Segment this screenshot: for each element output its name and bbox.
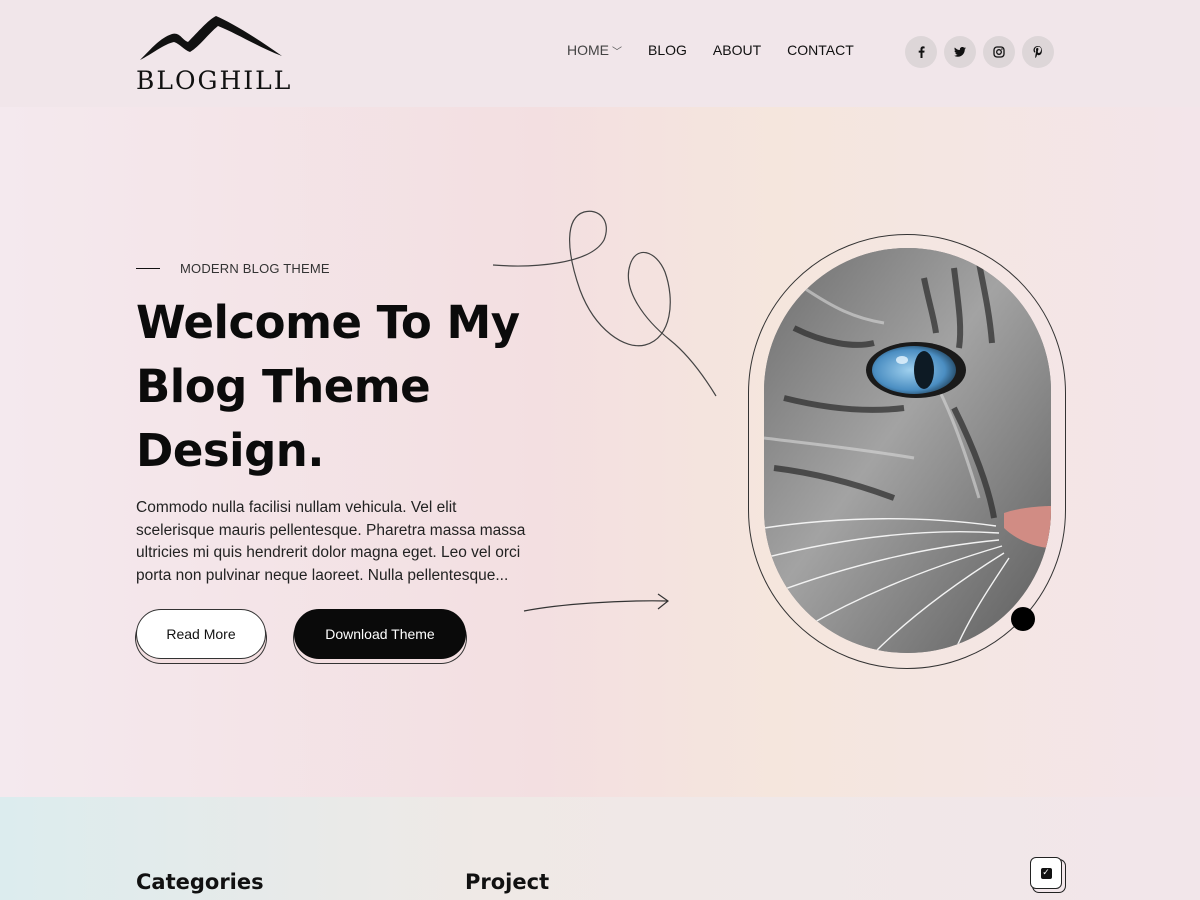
nav-item-about[interactable]: ABOUT <box>713 42 761 58</box>
eyebrow-dash <box>136 268 160 269</box>
read-more-button[interactable]: Read More <box>136 609 266 659</box>
main-nav: HOME ﹀ BLOG ABOUT CONTACT <box>567 42 854 58</box>
nav-item-home[interactable]: HOME ﹀ <box>567 42 622 58</box>
nav-label: ABOUT <box>712 42 762 58</box>
nav-label: BLOG <box>648 42 687 58</box>
brand-name: BLOGHILL <box>136 66 293 95</box>
hero-image <box>764 248 1051 653</box>
checkbox-icon-button[interactable]: ✓ <box>1030 857 1062 889</box>
cat-image <box>764 248 1051 653</box>
social-links <box>905 36 1054 68</box>
nav-item-blog[interactable]: BLOG <box>648 42 687 58</box>
hero-description: Commodo nulla facilisi nullam vehicula. … <box>136 499 526 584</box>
hero-title: Welcome To My Blog Theme Design. <box>136 296 520 477</box>
nav-item-contact[interactable]: CONTACT <box>787 42 854 58</box>
decorative-dot <box>1011 607 1035 631</box>
mountain-logo-icon <box>140 16 282 60</box>
check-icon: ✓ <box>1040 867 1052 879</box>
nav-label: HOME <box>567 42 609 58</box>
facebook-icon[interactable] <box>905 36 937 68</box>
chevron-down-icon: ﹀ <box>612 46 622 58</box>
twitter-icon[interactable] <box>944 36 976 68</box>
eyebrow-text: MODERN BLOG THEME <box>180 261 330 276</box>
categories-heading: Categories <box>136 870 264 894</box>
site-logo[interactable]: BLOGHILL <box>136 14 290 95</box>
hero-eyebrow: MODERN BLOG THEME <box>136 261 330 276</box>
instagram-icon[interactable] <box>983 36 1015 68</box>
footer-widgets: Categories Project <box>0 797 1200 900</box>
pinterest-icon[interactable] <box>1022 36 1054 68</box>
project-heading: Project <box>465 870 550 894</box>
nav-label: CONTACT <box>787 42 854 58</box>
download-theme-button[interactable]: Download Theme <box>294 609 466 659</box>
site-header: BLOGHILL HOME ﹀ BLOG ABOUT CONTACT <box>0 0 1200 107</box>
